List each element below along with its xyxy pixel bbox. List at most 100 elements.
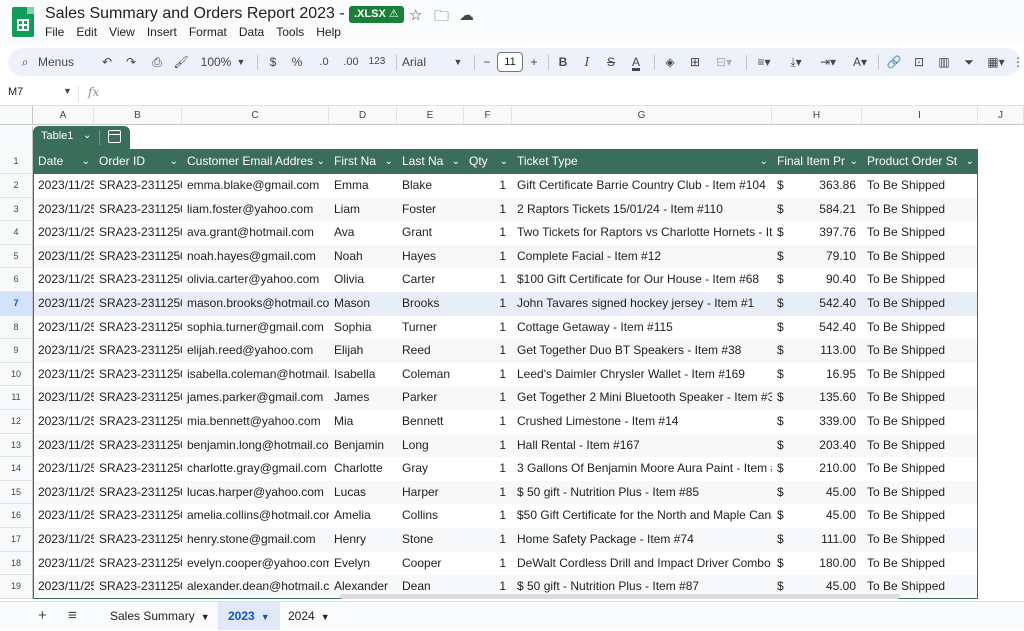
cell-email[interactable]: charlotte.gray@gmail.com [182,457,329,481]
cell-status[interactable]: To Be Shipped [862,410,978,434]
cell-date[interactable]: 2023/11/25 [33,528,94,552]
table-column-header[interactable]: Qty ⌄ [464,149,512,174]
cell-price[interactable]: 397.76 [802,221,862,245]
cell-order[interactable]: SRA23-2311250 [94,410,182,434]
cell-first[interactable]: Liam [329,198,397,222]
merge-cells-icon[interactable]: ⊟▾ [712,48,736,76]
cell-last[interactable]: Bennett [397,410,464,434]
cell-order[interactable]: SRA23-2311250 [94,221,182,245]
cell-first[interactable]: Emma [329,174,397,198]
cell-date[interactable]: 2023/11/25 [33,245,94,269]
row-header[interactable]: 7 [0,292,33,316]
cell-last[interactable]: Reed [397,339,464,363]
cell-status[interactable]: To Be Shipped [862,528,978,552]
cell-order[interactable]: SRA23-2311250 [94,386,182,410]
row-header[interactable]: 10 [0,362,33,387]
cell-email[interactable]: james.parker@gmail.com [182,386,329,410]
cell-price[interactable]: 135.60 [802,386,862,410]
menu-format[interactable]: Format [189,25,227,39]
cell-cur[interactable]: $ [772,552,802,576]
decrease-decimal-button[interactable]: .0 [314,48,334,76]
menu-data[interactable]: Data [239,25,264,39]
cell-first[interactable]: Mia [329,410,397,434]
increase-decimal-button[interactable]: .00 [340,48,362,76]
menu-insert[interactable]: Insert [147,25,177,39]
cell-status[interactable]: To Be Shipped [862,434,978,458]
cell-status[interactable]: To Be Shipped [862,386,978,410]
column-filter-chevron-icon[interactable]: ⌄ [82,149,90,174]
column-filter-chevron-icon[interactable]: ⌄ [760,149,768,174]
cell-cur[interactable]: $ [772,316,802,340]
column-filter-chevron-icon[interactable]: ⌄ [850,149,858,174]
cell-status[interactable]: To Be Shipped [862,363,978,387]
row-header[interactable]: 15 [0,480,33,505]
vertical-align-icon[interactable]: ⤓▾ [784,48,808,76]
menu-tools[interactable]: Tools [276,25,304,39]
search-icon[interactable]: ⌕ [18,48,32,76]
formula-input[interactable] [110,85,1010,103]
cell-cur[interactable]: $ [772,174,802,198]
cell-first[interactable]: Ava [329,221,397,245]
cell-date[interactable]: 2023/11/25 [33,386,94,410]
cell-last[interactable]: Harper [397,481,464,505]
cell-ticket[interactable]: Get Together Duo BT Speakers - Item #38 [512,339,772,363]
cell-cur[interactable]: $ [772,410,802,434]
cell-first[interactable]: Sophia [329,316,397,340]
horizontal-scrollbar[interactable] [340,594,900,599]
column-filter-chevron-icon[interactable]: ⌄ [385,149,393,174]
cell-order[interactable]: SRA23-2311250 [94,339,182,363]
cell-status[interactable]: To Be Shipped [862,339,978,363]
menu-file[interactable]: File [45,25,64,39]
cell-date[interactable]: 2023/11/25 [33,504,94,528]
strikethrough-icon[interactable]: S [604,48,618,76]
cell-first[interactable]: Elijah [329,339,397,363]
add-sheet-icon[interactable]: + [38,607,47,624]
cell-qty[interactable]: 1 [464,410,512,434]
bold-button[interactable]: B [556,48,570,76]
cell-ticket[interactable]: DeWalt Cordless Drill and Impact Driver … [512,552,772,576]
select-all-corner[interactable] [0,106,33,125]
cell-qty[interactable]: 1 [464,174,512,198]
table-chevron-down-icon[interactable]: ⌄ [83,130,91,141]
column-filter-chevron-icon[interactable]: ⌄ [452,149,460,174]
cell-email[interactable]: ava.grant@hotmail.com [182,221,329,245]
cell-last[interactable]: Carter [397,268,464,292]
text-wrapping-icon[interactable]: ⇥▾ [816,48,840,76]
cell-status[interactable]: To Be Shipped [862,481,978,505]
cell-cur[interactable]: $ [772,363,802,387]
cell-price[interactable]: 203.40 [802,434,862,458]
cell-first[interactable]: James [329,386,397,410]
column-header-e[interactable]: E [397,106,464,125]
move-folder-icon[interactable]: 🗀 [434,6,449,31]
cell-order[interactable]: SRA23-2311250 [94,245,182,269]
row-header[interactable]: 9 [0,339,33,363]
font-size-input[interactable]: 11 [497,52,523,72]
cell-order[interactable]: SRA23-2311250 [94,292,182,316]
more-options-icon[interactable]: ⋮ [1012,48,1024,76]
cell-price[interactable]: 339.00 [802,410,862,434]
cell-date[interactable]: 2023/11/25 [33,575,94,599]
cell-qty[interactable]: 1 [464,457,512,481]
fill-color-icon[interactable]: ◈ [662,48,678,76]
insert-chart-icon[interactable]: ▥ [936,48,952,76]
cell-cur[interactable]: $ [772,504,802,528]
table-column-header[interactable]: Order ID ⌄ [94,149,182,174]
cell-date[interactable]: 2023/11/25 [33,552,94,576]
column-filter-chevron-icon[interactable]: ⌄ [966,149,974,174]
cell-status[interactable]: To Be Shipped [862,552,978,576]
filter-views-icon[interactable]: ▦▾ [984,48,1008,76]
cell-order[interactable]: SRA23-2311250 [94,363,182,387]
table-column-header[interactable]: Customer Email Addres ⌄ [182,149,329,174]
cell-order[interactable]: SRA23-2311250 [94,528,182,552]
cell-cur[interactable]: $ [772,268,802,292]
percent-format-button[interactable]: % [290,48,304,76]
name-box-chevron-down-icon[interactable]: ▼ [63,86,72,96]
insert-link-icon[interactable]: 🔗 [886,48,902,76]
sheet-tab[interactable]: Sales Summary ▼ [100,602,220,630]
cell-status[interactable]: To Be Shipped [862,174,978,198]
decrease-font-size-icon[interactable]: − [480,48,494,76]
column-filter-chevron-icon[interactable]: ⌄ [500,149,508,174]
table-name-chip[interactable]: Table1 ⌄ [33,126,130,149]
sheet-tab-chevron-down-icon[interactable]: ▼ [261,612,270,622]
sheets-logo-icon[interactable] [12,7,34,37]
